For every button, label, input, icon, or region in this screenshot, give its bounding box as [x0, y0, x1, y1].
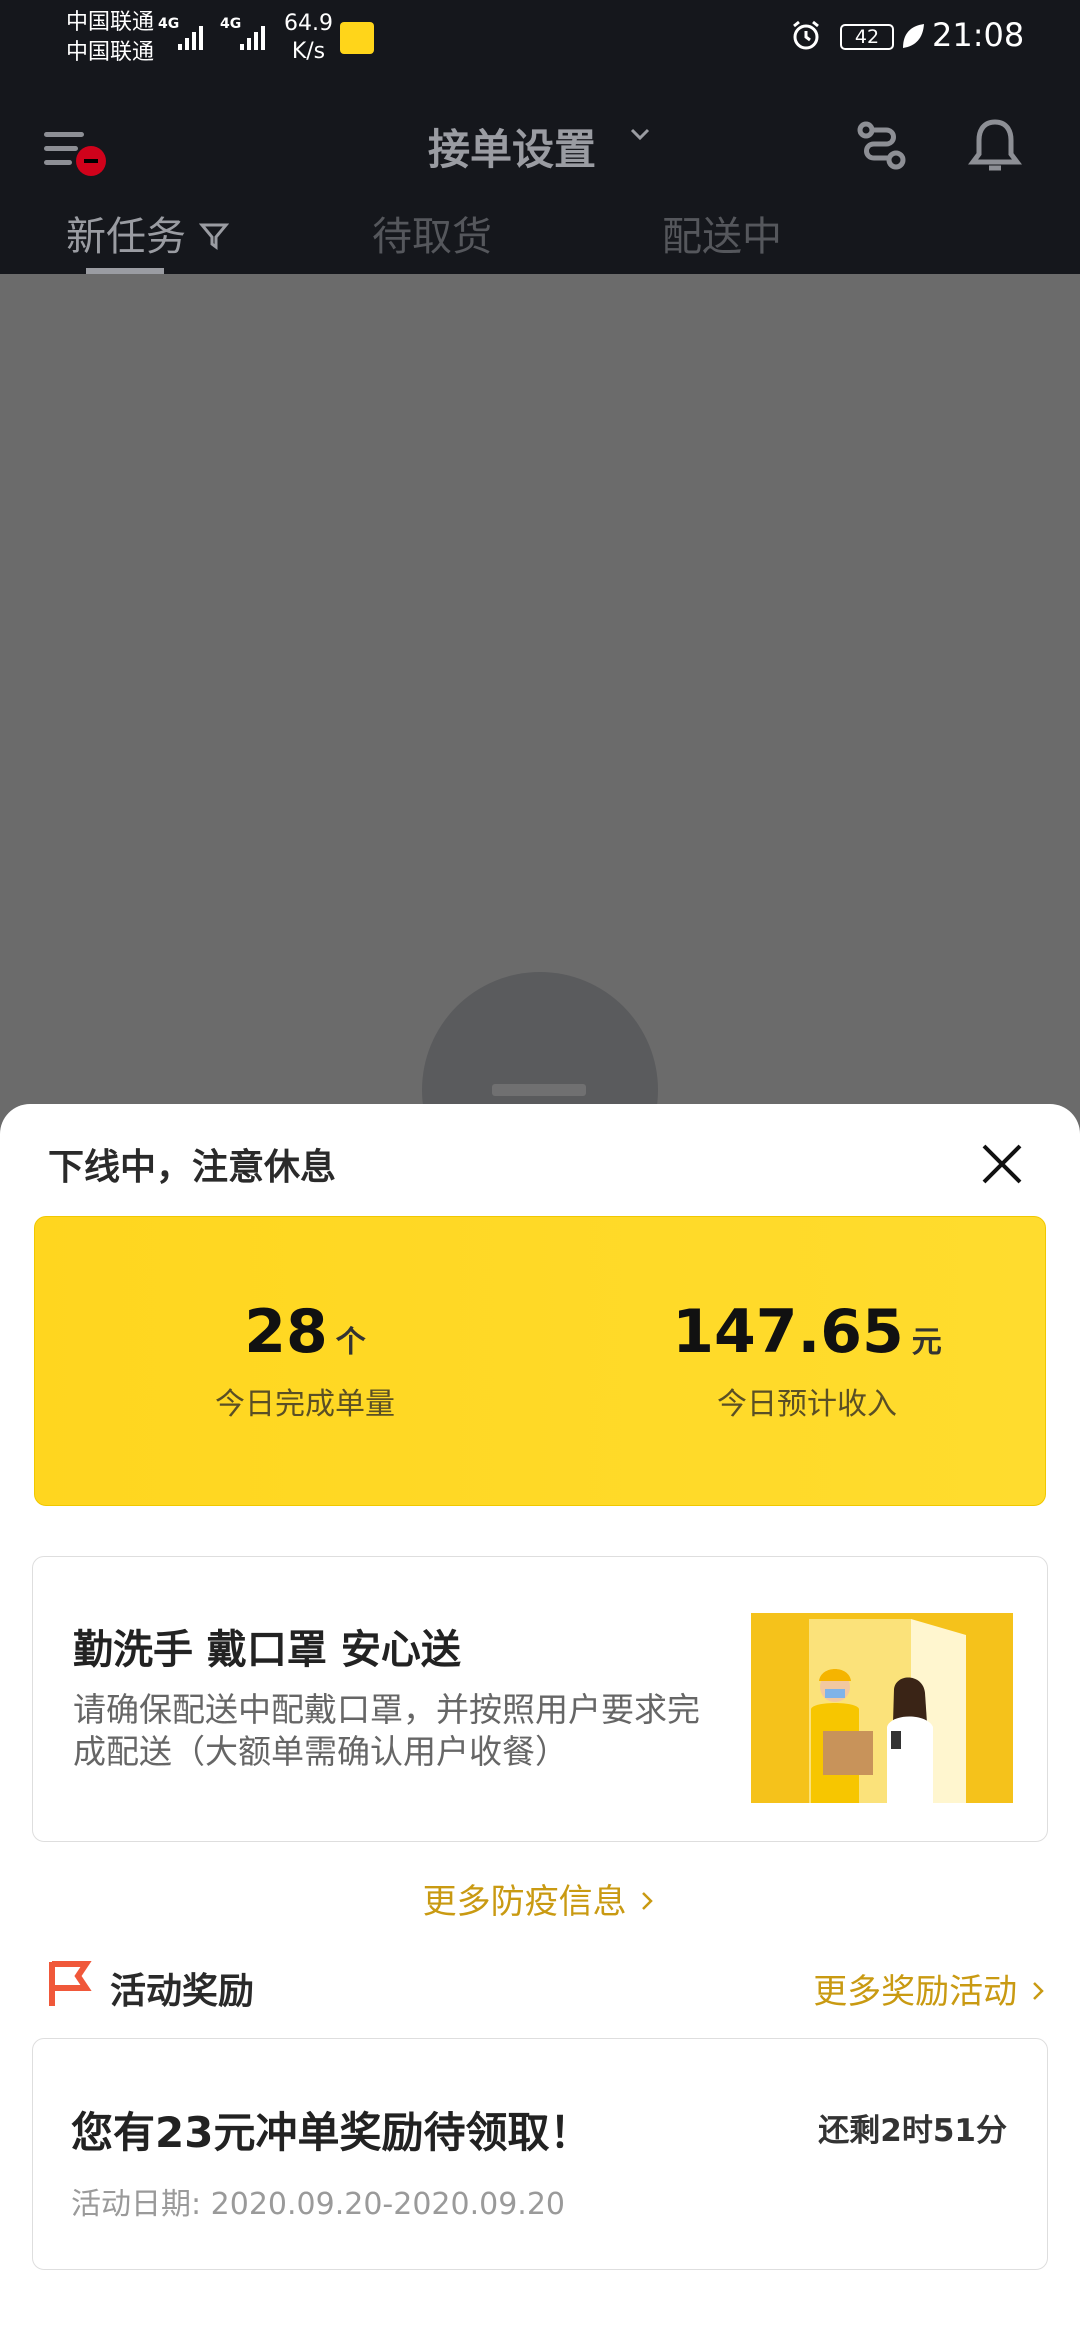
- menu-icon[interactable]: [44, 122, 108, 186]
- signal-1-icon: 4G: [158, 16, 203, 50]
- signal-2-icon: 4G: [220, 16, 265, 50]
- income-label: 今日预计收入: [717, 1387, 897, 1422]
- carrier-names: 中国联通 中国联通: [66, 8, 154, 68]
- close-icon[interactable]: [978, 1140, 1026, 1188]
- status-sheet: 下线中，注意休息 28 个 今日完成单量 147.65 元 今日预计收入 勤洗手 戴…: [0, 1104, 1080, 2340]
- reward-card[interactable]: 您有23元冲单奖励待领取！ 还剩2时51分 活动日期: 2020.09.20-2…: [32, 2038, 1048, 2270]
- more-rewards-link[interactable]: 更多奖励活动: [813, 1964, 1048, 2013]
- chevron-right-icon: [642, 1892, 654, 1910]
- rewards-title: 活动奖励: [110, 1971, 255, 2012]
- alarm-icon: [793, 20, 819, 50]
- more-epidemic-info-link[interactable]: 更多防疫信息: [0, 1874, 1080, 1923]
- leaf-icon: [903, 24, 924, 48]
- filter-icon[interactable]: [198, 220, 229, 250]
- reward-date: 活动日期: 2020.09.20-2020.09.20: [71, 2187, 566, 2222]
- sheet-title: 下线中，注意休息: [48, 1147, 337, 1188]
- carrier-2: 中国联通: [66, 40, 155, 65]
- orders-label: 今日完成单量: [215, 1387, 395, 1422]
- offline-badge-icon: [76, 146, 106, 176]
- clock: 21:08: [932, 16, 1025, 54]
- courier-delivery-illustration: [751, 1613, 1013, 1803]
- tab-delivering[interactable]: 配送中: [662, 204, 782, 262]
- top-bar: 接单设置 新任务 待取货 配送中: [0, 72, 1080, 274]
- notice-title: 勤洗手 戴口罩 安心送: [73, 1627, 461, 1673]
- orders-stat: 28 个 今日完成单量: [85, 1297, 525, 1423]
- task-tabs: 新任务 待取货 配送中: [0, 204, 1080, 274]
- income-unit: 元: [911, 1325, 942, 1360]
- safety-notice-card[interactable]: 勤洗手 戴口罩 安心送 请确保配送中配戴口罩，并按照用户要求完成配送（大额单需确…: [32, 1556, 1048, 1842]
- flag-icon: [49, 1961, 92, 2006]
- network-speed: 64.9 K/s: [284, 11, 333, 64]
- bell-icon[interactable]: [968, 116, 1022, 176]
- chevron-right-icon: [1033, 1982, 1044, 2000]
- app-notification-icon: [340, 22, 374, 54]
- reward-time-remaining: 还剩2时51分: [818, 2113, 1007, 2149]
- battery-icon: 42: [840, 24, 894, 50]
- status-bar: 中国联通 中国联通 4G 4G 64.9 K/s 42 21:08: [0, 0, 1080, 72]
- chevron-down-icon[interactable]: [628, 122, 652, 146]
- page-title[interactable]: 接单设置: [428, 116, 596, 177]
- rewards-header: 活动奖励 更多奖励活动: [48, 1956, 1048, 2016]
- map-overlay[interactable]: [0, 274, 1080, 1208]
- today-stats-card: 28 个 今日完成单量 147.65 元 今日预计收入: [34, 1216, 1046, 1506]
- tab-new-tasks[interactable]: 新任务: [66, 204, 229, 262]
- carrier-1: 中国联通: [66, 10, 155, 35]
- sheet-handle: [492, 1084, 586, 1096]
- notice-body: 请确保配送中配戴口罩，并按照用户要求完成配送（大额单需确认用户收餐）: [73, 1690, 700, 1771]
- tab-pending-pickup[interactable]: 待取货: [372, 204, 492, 262]
- income-value: 147.65: [672, 1297, 904, 1367]
- route-icon[interactable]: [852, 118, 910, 176]
- orders-value: 28: [244, 1297, 328, 1367]
- reward-card-title: 您有23元冲单奖励待领取！: [71, 2108, 592, 2157]
- orders-unit: 个: [335, 1325, 366, 1360]
- income-stat: 147.65 元 今日预计收入: [587, 1297, 1027, 1423]
